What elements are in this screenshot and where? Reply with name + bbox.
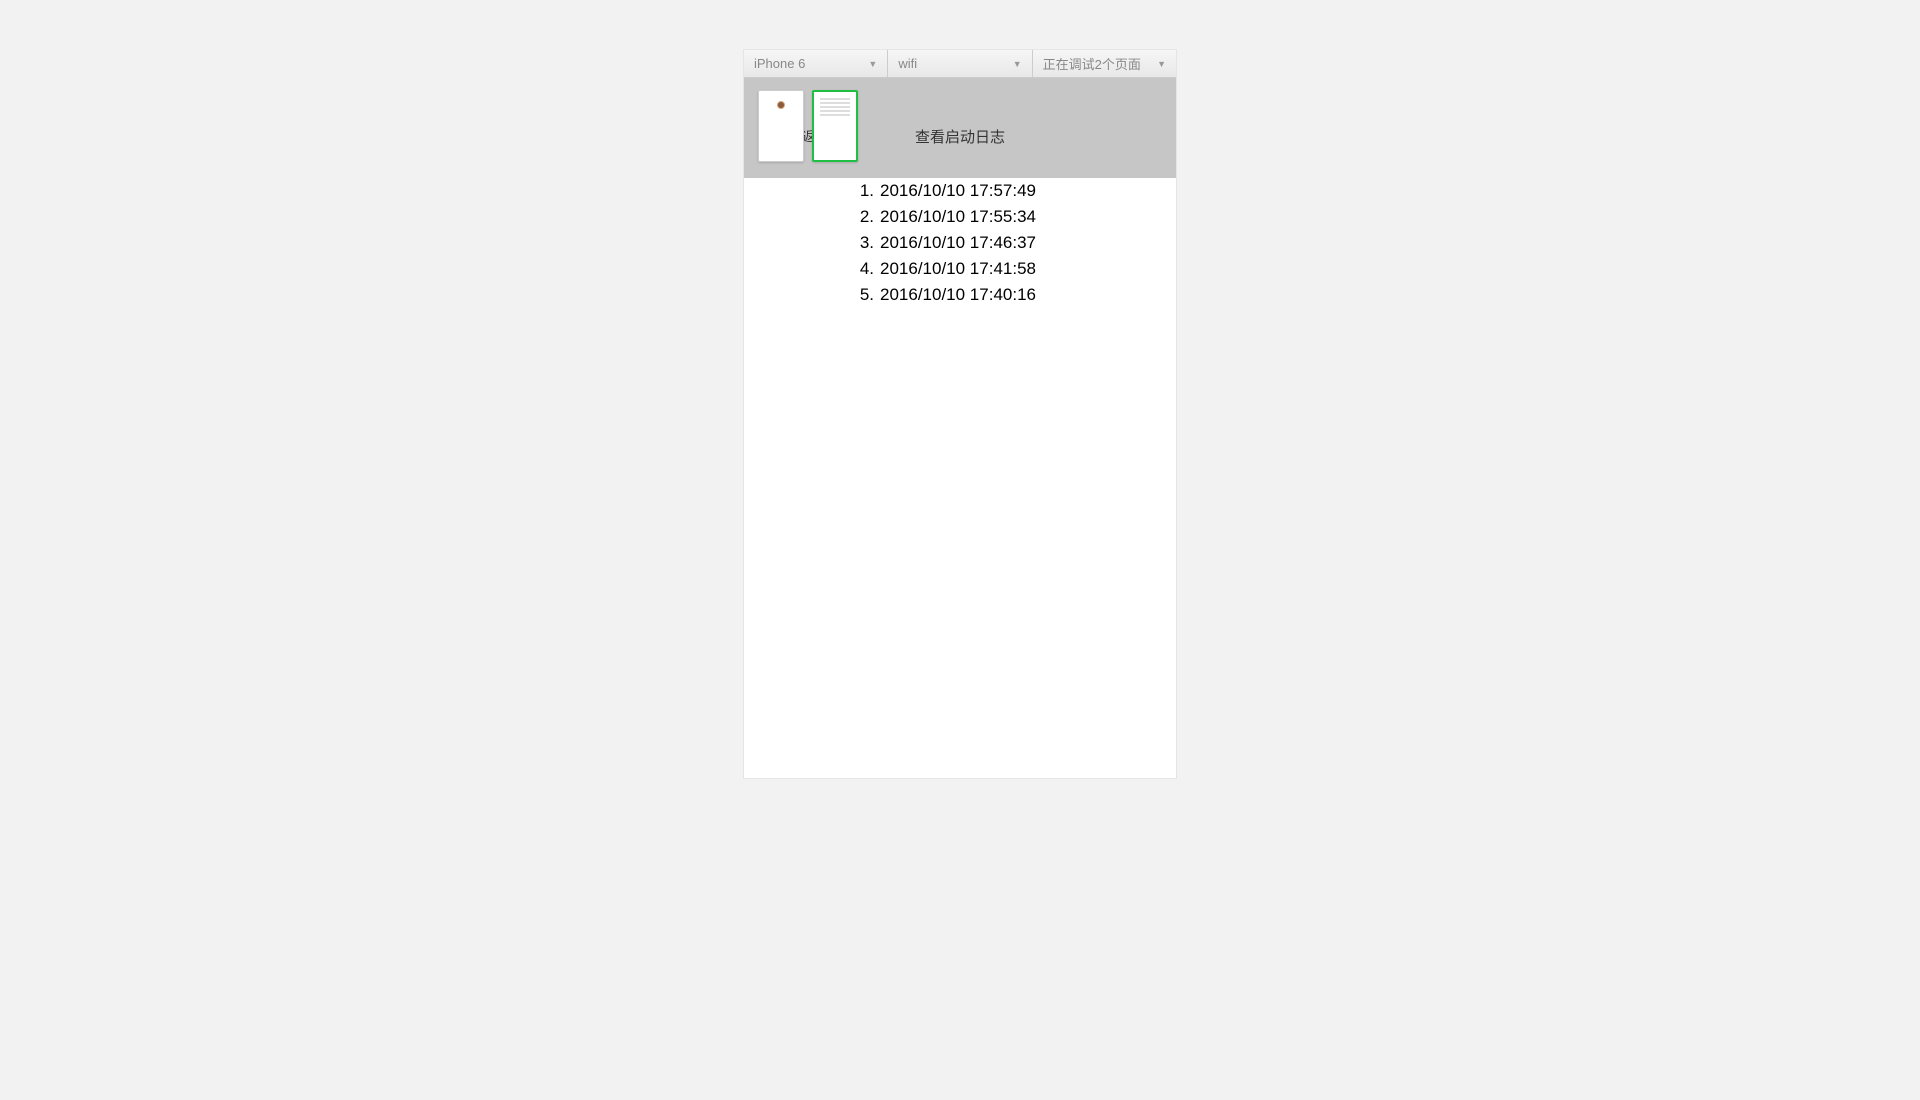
log-timestamp: 2016/10/10 17:57:49 <box>880 181 1036 200</box>
thumbnail-content-lines <box>820 98 850 118</box>
network-dropdown[interactable]: wifi ▼ <box>888 50 1032 77</box>
log-row: 3. 2016/10/10 17:46:37 <box>744 230 1176 256</box>
chevron-down-icon: ▼ <box>1013 59 1022 69</box>
device-frame: iPhone 6 ▼ wifi ▼ 正在调试2个页面 ▼ <box>744 50 1176 778</box>
log-index: 5. <box>854 285 874 305</box>
debug-dropdown[interactable]: 正在调试2个页面 ▼ <box>1033 50 1176 77</box>
log-timestamp: 2016/10/10 17:46:37 <box>880 233 1036 252</box>
chevron-down-icon: ▼ <box>1157 59 1166 69</box>
log-timestamp: 2016/10/10 17:55:34 <box>880 207 1036 226</box>
log-index: 1. <box>854 181 874 201</box>
device-dropdown[interactable]: iPhone 6 ▼ <box>744 50 888 77</box>
chevron-down-icon: ▼ <box>868 59 877 69</box>
page-thumbnail-2[interactable] <box>812 90 858 162</box>
network-dropdown-label: wifi <box>898 56 917 71</box>
log-list: 1. 2016/10/10 17:57:49 2. 2016/10/10 17:55… <box>744 178 1176 308</box>
log-index: 4. <box>854 259 874 279</box>
log-row: 2. 2016/10/10 17:55:34 <box>744 204 1176 230</box>
thumbnail-content-icon <box>777 101 785 109</box>
log-timestamp: 2016/10/10 17:41:58 <box>880 259 1036 278</box>
log-row: 5. 2016/10/10 17:40:16 <box>744 282 1176 308</box>
log-index: 3. <box>854 233 874 253</box>
log-timestamp: 2016/10/10 17:40:16 <box>880 285 1036 304</box>
log-row: 4. 2016/10/10 17:41:58 <box>744 256 1176 282</box>
header-area: 返回 查看启动日志 <box>744 78 1176 182</box>
debug-dropdown-label: 正在调试2个页面 <box>1043 54 1141 73</box>
log-index: 2. <box>854 207 874 227</box>
log-row: 1. 2016/10/10 17:57:49 <box>744 178 1176 204</box>
device-dropdown-label: iPhone 6 <box>754 56 805 71</box>
toolbar: iPhone 6 ▼ wifi ▼ 正在调试2个页面 ▼ <box>744 50 1176 78</box>
page-thumbnail-1[interactable] <box>758 90 804 162</box>
page-thumbnails <box>758 90 858 162</box>
content-area: 1. 2016/10/10 17:57:49 2. 2016/10/10 17:55… <box>744 178 1176 778</box>
